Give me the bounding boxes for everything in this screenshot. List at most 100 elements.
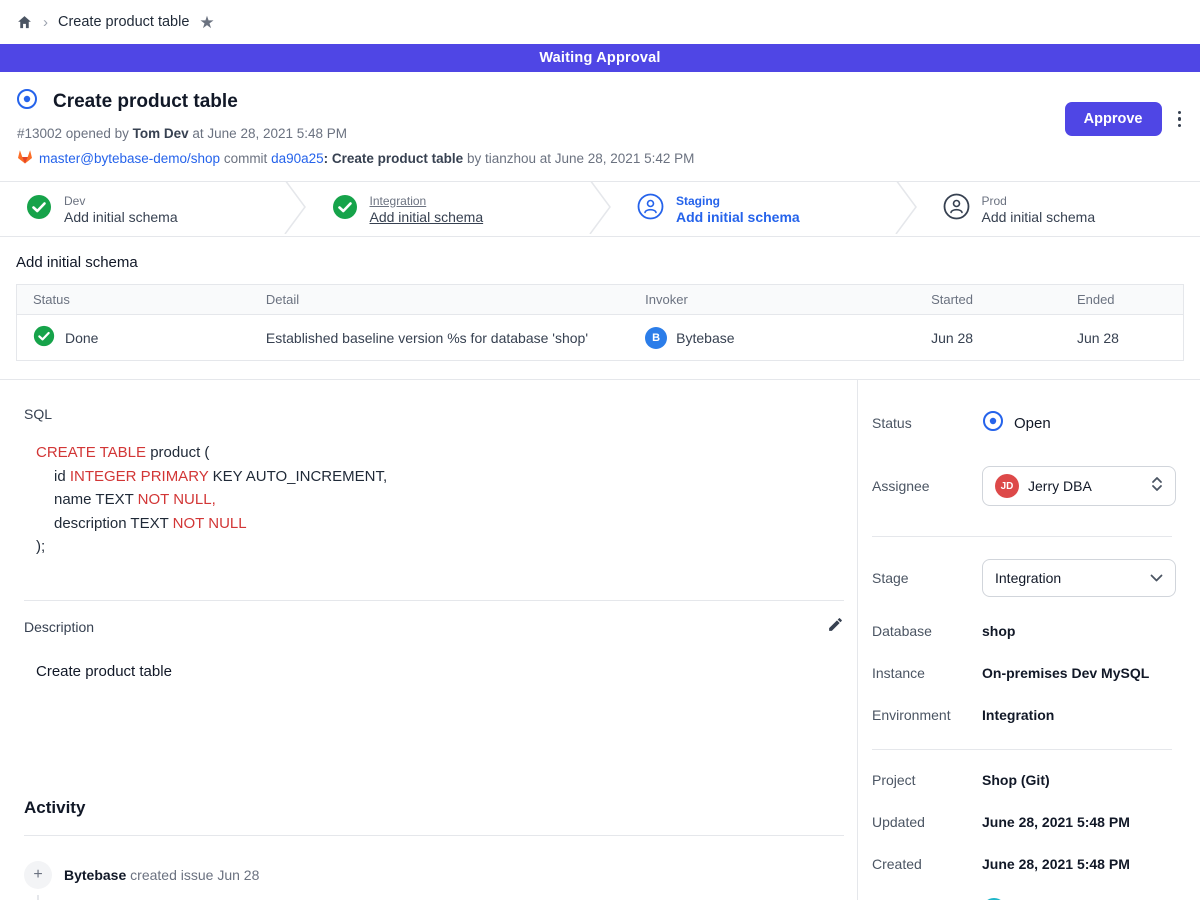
sql-keyword: NOT NULL: [173, 515, 247, 532]
description-content[interactable]: Create product table: [36, 663, 841, 680]
breadcrumb: › Create product table ★: [0, 0, 1200, 44]
open-status-icon: [982, 410, 1004, 436]
sql-text: id: [54, 468, 70, 485]
task-started-date: Jun 28: [915, 315, 1061, 361]
database-label: Database: [872, 623, 982, 639]
divider: [872, 536, 1172, 537]
stage-separator-icon: [895, 180, 917, 239]
task-table: Status Detail Invoker Started Ended Done…: [16, 284, 1184, 361]
description-label: Description: [24, 619, 94, 635]
instance-value: On-premises Dev MySQL: [982, 665, 1149, 681]
stage-env-label: Dev: [64, 194, 178, 208]
waiting-approval-banner: Waiting Approval: [0, 44, 1200, 72]
pipeline-stage-bar: DevAdd initial schema IntegrationAdd ini…: [0, 181, 1200, 237]
sql-text: description TEXT: [54, 515, 173, 532]
activity-timeline-line: [37, 895, 39, 900]
task-table-header-row: Status Detail Invoker Started Ended: [17, 285, 1184, 315]
edit-pencil-icon[interactable]: [827, 616, 844, 638]
divider: [24, 835, 844, 836]
status-value: Open: [1014, 415, 1051, 432]
stage-separator-icon: [284, 180, 306, 239]
star-icon[interactable]: ★: [199, 14, 214, 31]
commit-branch-link[interactable]: master@bytebase-demo/shop: [39, 151, 220, 166]
done-check-icon: [33, 325, 55, 350]
breadcrumb-chevron-icon: ›: [43, 14, 48, 31]
issue-open-icon: [16, 88, 38, 115]
stage-env-label[interactable]: Integration: [370, 194, 484, 208]
stage-select[interactable]: Integration: [982, 559, 1176, 597]
commit-line: master@bytebase-demo/shop commit da90a25…: [17, 149, 1184, 167]
created-value: June 28, 2021 5:48 PM: [982, 856, 1130, 872]
divider: [24, 600, 844, 601]
sql-section-label: SQL: [24, 406, 841, 422]
plus-icon: +: [24, 861, 52, 889]
issue-header: Create product table #13002 opened by To…: [0, 72, 1200, 181]
sql-keyword: CREATE TABLE: [36, 444, 146, 461]
task-detail-text: Established baseline version %s for data…: [250, 315, 629, 361]
updated-value: June 28, 2021 5:48 PM: [982, 814, 1130, 830]
instance-label: Instance: [872, 665, 982, 681]
stage-done-icon: [26, 194, 52, 225]
updated-label: Updated: [872, 814, 982, 830]
issue-meta: #13002 opened by Tom Dev at June 28, 202…: [17, 126, 1184, 141]
column-header-started: Started: [915, 285, 1061, 315]
task-status-text: Done: [65, 330, 98, 346]
issue-id: #13002 opened by: [17, 126, 129, 141]
breadcrumb-page-title: Create product table: [58, 14, 189, 30]
chevron-down-icon: [1150, 569, 1163, 587]
table-row[interactable]: Done Established baseline version %s for…: [17, 315, 1184, 361]
assignee-value: Jerry DBA: [1028, 478, 1142, 494]
stage-integration[interactable]: IntegrationAdd initial schema: [306, 182, 590, 236]
activity-section-title: Activity: [24, 798, 841, 818]
created-label: Created: [872, 856, 982, 872]
invoker-name: Bytebase: [676, 330, 734, 346]
commit-hash-link[interactable]: da90a25: [271, 151, 324, 166]
stage-task-label: Add initial schema: [982, 209, 1096, 225]
stage-env-label: Staging: [676, 194, 800, 208]
database-value: shop: [982, 623, 1015, 639]
activity-action: created issue Jun 28: [130, 867, 259, 883]
stage-task-label[interactable]: Add initial schema: [370, 209, 484, 225]
activity-actor: Bytebase: [64, 867, 126, 883]
assignee-select[interactable]: JD Jerry DBA: [982, 466, 1176, 506]
issue-detail-pane: SQL CREATE TABLE product ( id INTEGER PR…: [0, 380, 858, 900]
project-value: Shop (Git): [982, 772, 1050, 788]
project-label: Project: [872, 772, 982, 788]
sql-code-block: CREATE TABLE product ( id INTEGER PRIMAR…: [36, 441, 841, 559]
assignee-label: Assignee: [872, 478, 982, 494]
stage-staging: StagingAdd initial schema: [611, 182, 895, 236]
environment-label: Environment: [872, 707, 982, 723]
gitlab-icon: [17, 149, 33, 167]
column-header-ended: Ended: [1061, 285, 1184, 315]
updown-chevron-icon: [1151, 476, 1163, 497]
task-section-title: Add initial schema: [16, 254, 1184, 271]
page-title: Create product table: [53, 91, 238, 113]
task-section: Add initial schema Status Detail Invoker…: [0, 237, 1200, 379]
issue-author: Tom Dev: [133, 126, 189, 141]
home-icon[interactable]: [16, 14, 33, 31]
sql-text: KEY AUTO_INCREMENT,: [208, 468, 387, 485]
sql-keyword: INTEGER PRIMARY: [70, 468, 209, 485]
status-label: Status: [872, 415, 982, 431]
stage-task-label: Add initial schema: [64, 209, 178, 225]
stage-active-person-icon: [637, 193, 664, 225]
activity-item: + Bytebase created issue Jun 28: [24, 861, 841, 889]
kebab-menu-icon[interactable]: [1175, 107, 1185, 132]
stage-dev: DevAdd initial schema: [0, 182, 284, 236]
commit-message: : Create product table: [324, 151, 464, 166]
assignee-avatar: JD: [995, 474, 1019, 498]
approve-button[interactable]: Approve: [1065, 102, 1162, 136]
stage-label: Stage: [872, 570, 982, 586]
task-ended-date: Jun 28: [1061, 315, 1184, 361]
banner-text: Waiting Approval: [539, 50, 660, 66]
sql-text: product (: [146, 444, 209, 461]
stage-pending-person-icon: [943, 193, 970, 225]
stage-done-icon: [332, 194, 358, 225]
column-header-detail: Detail: [250, 285, 629, 315]
column-header-status: Status: [17, 285, 250, 315]
commit-author-time: by tianzhou at June 28, 2021 5:42 PM: [467, 151, 694, 166]
environment-value: Integration: [982, 707, 1054, 723]
column-header-invoker: Invoker: [629, 285, 915, 315]
stage-prod: ProdAdd initial schema: [917, 182, 1200, 236]
invoker-avatar: B: [645, 327, 667, 349]
